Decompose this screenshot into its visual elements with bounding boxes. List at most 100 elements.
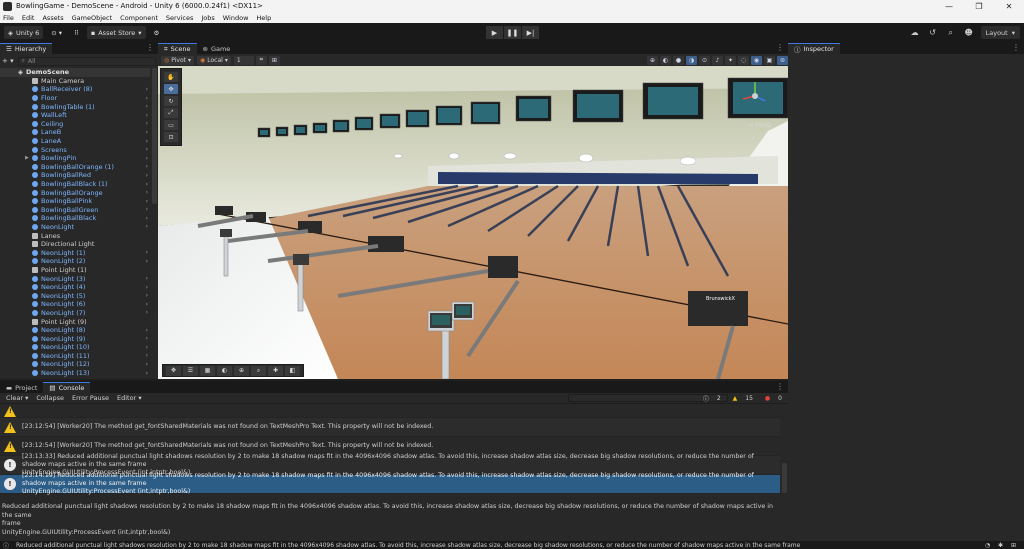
close-icon[interactable]: ✕	[994, 0, 1024, 12]
effects-icon[interactable]: ✦	[725, 55, 736, 65]
shading-icon[interactable]: ◐	[660, 55, 671, 65]
open-prefab-icon[interactable]: ›	[146, 181, 148, 188]
hierarchy-item[interactable]: Ceiling ›	[0, 120, 150, 129]
tab-hierarchy[interactable]: ☰ Hierarchy	[0, 43, 53, 54]
add-icon[interactable]: + ▾	[2, 57, 14, 65]
hierarchy-item[interactable]: Floor ›	[0, 94, 150, 103]
open-prefab-icon[interactable]: ›	[146, 370, 148, 377]
hierarchy-item[interactable]: BowlingBallBlack (1) ›	[0, 180, 150, 189]
open-prefab-icon[interactable]: ›	[146, 275, 148, 282]
collab-button[interactable]: ⊙ ▾	[47, 26, 66, 39]
hierarchy-item[interactable]: NeonLight (10) ›	[0, 343, 150, 352]
open-prefab-icon[interactable]: ›	[146, 292, 148, 299]
error-count-toggle[interactable]: ● 0	[759, 394, 782, 403]
overlay-tool-1-icon[interactable]: ✥	[166, 365, 181, 376]
hierarchy-item[interactable]: Lanes	[0, 231, 150, 240]
tab-game[interactable]: ⊚ Game	[197, 43, 237, 54]
mode-2d-icon[interactable]: ⊙	[699, 55, 710, 65]
network-icon[interactable]: ⊞	[1011, 542, 1021, 549]
menu-gameobject[interactable]: GameObject	[72, 14, 113, 22]
open-prefab-icon[interactable]: ›	[146, 138, 148, 145]
history-icon[interactable]: ↺	[925, 26, 941, 39]
open-prefab-icon[interactable]: ›	[146, 103, 148, 110]
overlay-tool-8-icon[interactable]: ◧	[285, 365, 300, 376]
hierarchy-item[interactable]: LaneA ›	[0, 137, 150, 146]
grid-snap-icon[interactable]: ⌗	[255, 55, 267, 65]
hidden-icon[interactable]: ◌	[738, 55, 749, 65]
hierarchy-item[interactable]: LaneB ›	[0, 128, 150, 137]
pause-icon[interactable]: ❚❚	[504, 26, 521, 39]
rect-tool-icon[interactable]: ▭	[164, 120, 178, 130]
hierarchy-item[interactable]: BowlingBallRed ›	[0, 171, 150, 180]
warn-count-toggle[interactable]: ▲ 15	[727, 394, 753, 403]
open-prefab-icon[interactable]: ›	[146, 146, 148, 153]
hierarchy-item[interactable]: NeonLight (1) ›	[0, 248, 150, 257]
collapse-button[interactable]: Collapse	[34, 394, 66, 402]
globe-icon[interactable]: ⊕	[647, 55, 658, 65]
hierarchy-item[interactable]: Point Light (9)	[0, 317, 150, 326]
kebab-icon[interactable]: ⋮	[1012, 43, 1020, 52]
local-dropdown[interactable]: ◉ Local ▾	[197, 55, 231, 65]
open-prefab-icon[interactable]: ›	[146, 344, 148, 351]
kebab-icon[interactable]: ⋮	[146, 43, 154, 52]
menu-window[interactable]: Window	[223, 14, 249, 22]
visibility-icon[interactable]: ◉	[751, 55, 762, 65]
open-prefab-icon[interactable]: ›	[146, 335, 148, 342]
open-prefab-icon[interactable]: ›	[146, 258, 148, 265]
open-prefab-icon[interactable]: ›	[146, 198, 148, 205]
overlay-tool-2-icon[interactable]: ☰	[183, 365, 198, 376]
console-scrollbar[interactable]	[782, 463, 787, 493]
hierarchy-scrollbar[interactable]	[152, 68, 157, 204]
status-message[interactable]: Reduced additional punctual light shadow…	[16, 542, 985, 549]
open-prefab-icon[interactable]: ›	[146, 327, 148, 334]
open-prefab-icon[interactable]: ›	[146, 215, 148, 222]
open-prefab-icon[interactable]: ›	[146, 284, 148, 291]
hierarchy-item[interactable]: NeonLight (14) ›	[0, 377, 150, 379]
kebab-icon[interactable]: ⋮	[776, 43, 784, 52]
menu-help[interactable]: Help	[256, 14, 271, 22]
step-icon[interactable]: ▶|	[522, 26, 539, 39]
hierarchy-item[interactable]: Directional Light	[0, 240, 150, 249]
overlay-tool-4-icon[interactable]: ◐	[217, 365, 232, 376]
user-icon[interactable]: ☻	[961, 26, 977, 39]
open-prefab-icon[interactable]: ›	[146, 112, 148, 119]
menu-edit[interactable]: Edit	[22, 14, 35, 22]
cloud-icon[interactable]: ☁	[907, 26, 923, 39]
bug-icon[interactable]: ✱	[998, 542, 1008, 549]
scene-root[interactable]: ◈ DemoScene	[0, 68, 150, 77]
layout-dropdown[interactable]: Layout ▾	[980, 26, 1020, 39]
log-entry[interactable]: [23:12:54] [Worker20] The method get_fon…	[0, 418, 780, 437]
open-prefab-icon[interactable]: ›	[146, 129, 148, 136]
overlay-tool-6-icon[interactable]: ⌕	[251, 365, 266, 376]
hierarchy-item[interactable]: BowlingBallPink ›	[0, 197, 150, 206]
menu-assets[interactable]: Assets	[42, 14, 63, 22]
overlay-tool-7-icon[interactable]: ✚	[268, 365, 283, 376]
progress-icon[interactable]: ◔	[985, 542, 995, 549]
overlay-tool-5-icon[interactable]: ⊕	[234, 365, 249, 376]
hierarchy-item[interactable]: NeonLight (3) ›	[0, 274, 150, 283]
menu-jobs[interactable]: Jobs	[201, 14, 214, 22]
error-pause-button[interactable]: Error Pause	[70, 394, 111, 402]
expand-arrow-icon[interactable]: ▶	[25, 155, 29, 161]
hierarchy-item[interactable]: BowlingBallGreen ›	[0, 206, 150, 215]
hierarchy-item[interactable]: WallLeft ›	[0, 111, 150, 120]
hierarchy-item[interactable]: NeonLight ›	[0, 223, 150, 232]
open-prefab-icon[interactable]: ›	[146, 301, 148, 308]
hierarchy-item[interactable]: BallReceiver (8) ›	[0, 85, 150, 94]
info-count-toggle[interactable]: ⓘ 2	[697, 394, 721, 403]
open-prefab-icon[interactable]: ›	[146, 189, 148, 196]
snap-increment-icon[interactable]: ⊞	[268, 55, 280, 65]
minimize-icon[interactable]: —	[934, 0, 964, 12]
account-button[interactable]: ◈ Unity 6	[4, 26, 44, 39]
hierarchy-item[interactable]: NeonLight (6) ›	[0, 300, 150, 309]
hierarchy-item[interactable]: NeonLight (7) ›	[0, 309, 150, 318]
gizmos-icon[interactable]: ⊛	[777, 55, 788, 65]
open-prefab-icon[interactable]: ›	[146, 378, 148, 379]
open-prefab-icon[interactable]: ›	[146, 172, 148, 179]
overlay-tool-3-icon[interactable]: ▦	[200, 365, 215, 376]
open-prefab-icon[interactable]: ›	[146, 155, 148, 162]
hierarchy-item[interactable]: NeonLight (11) ›	[0, 352, 150, 361]
open-prefab-icon[interactable]: ›	[146, 206, 148, 213]
open-prefab-icon[interactable]: ›	[146, 163, 148, 170]
open-prefab-icon[interactable]: ›	[146, 120, 148, 127]
